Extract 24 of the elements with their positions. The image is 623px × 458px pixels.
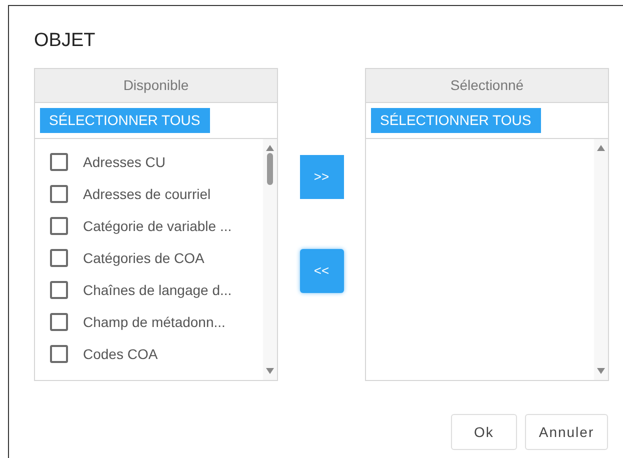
checkbox[interactable] bbox=[50, 153, 68, 171]
list-item-label[interactable]: Catégories de COA bbox=[83, 248, 204, 268]
list-item-label[interactable]: Codes COA bbox=[83, 344, 158, 364]
checkbox[interactable] bbox=[50, 185, 68, 203]
checkbox[interactable] bbox=[50, 281, 68, 299]
scroll-down-icon[interactable] bbox=[266, 368, 274, 374]
scroll-up-icon[interactable] bbox=[597, 145, 605, 151]
list-item-label[interactable]: Chaînes de langage d... bbox=[83, 280, 232, 300]
checkbox[interactable] bbox=[50, 313, 68, 331]
scroll-down-icon[interactable] bbox=[597, 368, 605, 374]
list-item-label[interactable]: Adresses de courriel bbox=[83, 184, 211, 204]
checkbox[interactable] bbox=[50, 217, 68, 235]
scrollbar-thumb[interactable] bbox=[267, 153, 273, 185]
panel-header: Disponible bbox=[35, 69, 277, 103]
dialog-title: OBJET bbox=[34, 30, 96, 52]
panel-header: Sélectionné bbox=[366, 69, 608, 103]
dialog-button[interactable]: Annuler bbox=[525, 414, 608, 450]
list-item-label[interactable]: Adresses CU bbox=[83, 152, 166, 172]
list-item-label[interactable]: Champ de métadonn... bbox=[83, 312, 226, 332]
checkbox[interactable] bbox=[50, 249, 68, 267]
scroll-up-icon[interactable] bbox=[266, 145, 274, 151]
dialog-button[interactable]: Ok bbox=[451, 414, 517, 450]
list-item-label[interactable]: Catégorie de variable ... bbox=[83, 216, 232, 236]
checkbox[interactable] bbox=[50, 345, 68, 363]
